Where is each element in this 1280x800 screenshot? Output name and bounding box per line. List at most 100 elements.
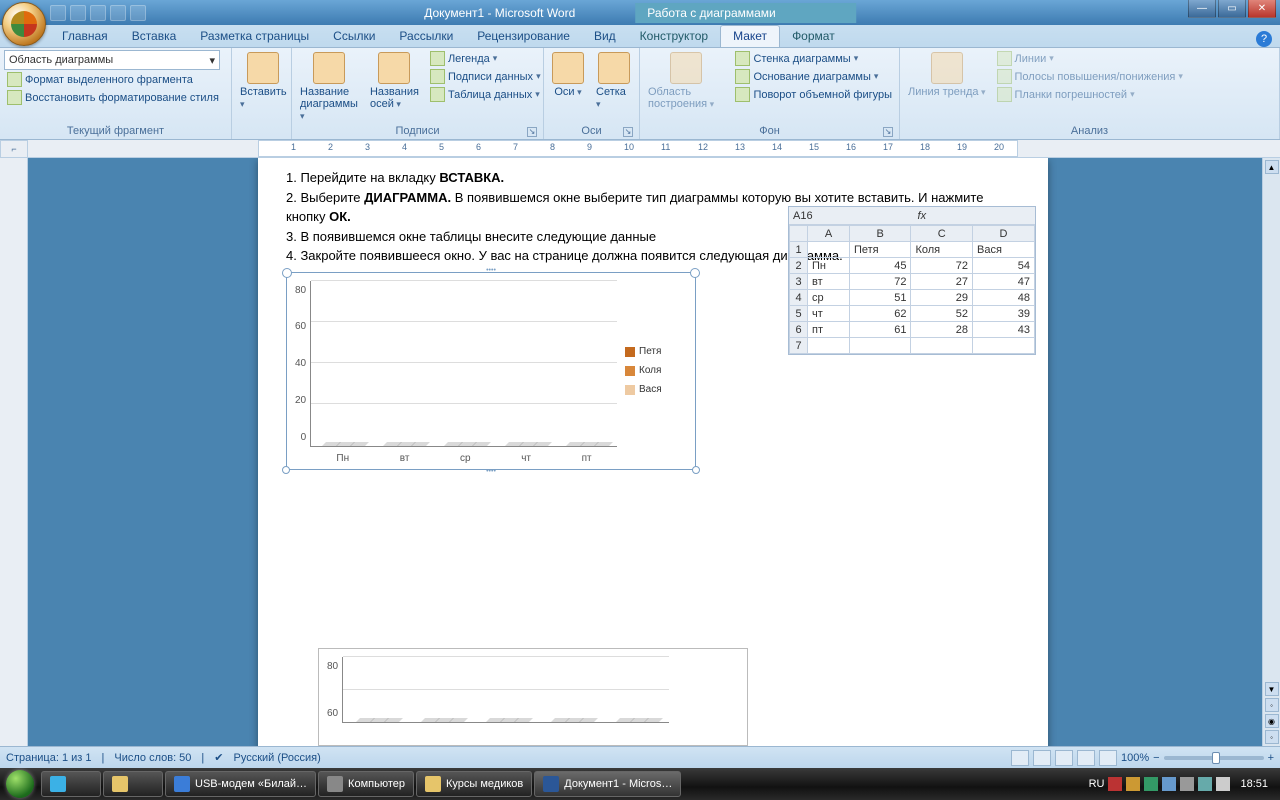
tray-language[interactable]: RU: [1089, 778, 1105, 790]
qat-redo-icon[interactable]: [90, 5, 106, 21]
view-draft-icon[interactable]: [1099, 750, 1117, 766]
close-button[interactable]: ✕: [1248, 0, 1276, 18]
axis-titles-button[interactable]: Названия осей: [366, 50, 423, 112]
view-web-icon[interactable]: [1055, 750, 1073, 766]
vertical-scrollbar[interactable]: ▲ ▼ ◦ ◉ ◦: [1262, 158, 1280, 746]
prev-page-icon[interactable]: ◦: [1265, 698, 1279, 712]
labels-dialog-launcher[interactable]: ↘: [527, 127, 537, 137]
col-header-d[interactable]: D: [972, 226, 1034, 242]
status-language[interactable]: Русский (Россия): [234, 752, 321, 764]
name-box[interactable]: A16: [793, 210, 813, 222]
zoom-in-button[interactable]: +: [1268, 752, 1274, 764]
vertical-ruler[interactable]: [0, 158, 28, 746]
status-words[interactable]: Число слов: 50: [114, 752, 191, 764]
horizontal-ruler[interactable]: 1234567891011121314151617181920: [28, 140, 1280, 158]
chart-plot-area[interactable]: Пнвтсрчтпт: [310, 281, 617, 447]
chart-legend[interactable]: Петя Коля Вася: [617, 281, 687, 461]
help-icon[interactable]: ?: [1256, 31, 1272, 47]
scroll-down-icon[interactable]: ▼: [1265, 682, 1279, 696]
tab-mailings[interactable]: Рассылки: [387, 26, 465, 47]
tray-icon[interactable]: [1162, 777, 1176, 791]
col-header-a[interactable]: A: [808, 226, 850, 242]
qat-undo-icon[interactable]: [70, 5, 86, 21]
lines-button[interactable]: Линии: [994, 50, 1186, 67]
chart-wall-button[interactable]: Стенка диаграммы: [732, 50, 895, 67]
lines-icon: [997, 51, 1012, 66]
rotation-icon: [735, 87, 750, 102]
tab-format[interactable]: Формат: [780, 26, 847, 47]
background-dialog-launcher[interactable]: ↘: [883, 127, 893, 137]
ruler-corner[interactable]: ⌐: [0, 140, 28, 158]
taskbar-explorer-icon[interactable]: [103, 771, 163, 797]
tab-view[interactable]: Вид: [582, 26, 628, 47]
tray-clock[interactable]: 18:51: [1234, 778, 1274, 790]
tray-icon[interactable]: [1144, 777, 1158, 791]
browse-object-icon[interactable]: ◉: [1265, 714, 1279, 728]
updown-bars-button[interactable]: Полосы повышения/понижения: [994, 68, 1186, 85]
tray-icon[interactable]: [1180, 777, 1194, 791]
reset-style-button[interactable]: Восстановить форматирование стиля: [4, 89, 227, 106]
view-outline-icon[interactable]: [1077, 750, 1095, 766]
tab-review[interactable]: Рецензирование: [465, 26, 582, 47]
col-header-b[interactable]: B: [849, 226, 910, 242]
error-bars-icon: [997, 87, 1012, 102]
data-table-button[interactable]: Таблица данных: [427, 86, 544, 103]
tab-pagelayout[interactable]: Разметка страницы: [188, 26, 321, 47]
system-tray: RU 18:51: [1083, 777, 1280, 791]
tab-layout[interactable]: Макет: [720, 25, 780, 47]
minimize-button[interactable]: ―: [1188, 0, 1216, 18]
legend-button[interactable]: Легенда: [427, 50, 544, 67]
trendline-button[interactable]: Линия тренда: [904, 50, 990, 100]
trendline-icon: [931, 52, 963, 84]
start-button[interactable]: [0, 768, 40, 800]
col-header-blank[interactable]: [790, 226, 808, 242]
tray-network-icon[interactable]: [1198, 777, 1212, 791]
taskbar-item-3[interactable]: Документ1 - Micros…: [534, 771, 681, 797]
fx-icon[interactable]: fx: [918, 210, 927, 222]
status-page[interactable]: Страница: 1 из 1: [6, 752, 92, 764]
chart-yaxis: 80 60 40 20 0: [295, 281, 310, 461]
qat-print-icon[interactable]: [110, 5, 126, 21]
col-header-c[interactable]: C: [911, 226, 973, 242]
axes-button[interactable]: Оси: [548, 50, 588, 100]
axes-dialog-launcher[interactable]: ↘: [623, 127, 633, 137]
tab-design[interactable]: Конструктор: [628, 26, 720, 47]
insert-button[interactable]: Вставить: [236, 50, 291, 112]
taskbar-item-1[interactable]: Компьютер: [318, 771, 414, 797]
chart-floor-button[interactable]: Основание диаграммы: [732, 68, 895, 85]
taskbar-item-0[interactable]: USB-модем «Билай…: [165, 771, 316, 797]
data-labels-button[interactable]: Подписи данных: [427, 68, 544, 85]
row-header-1[interactable]: 1: [790, 242, 808, 258]
tray-icon[interactable]: [1108, 777, 1122, 791]
tray-volume-icon[interactable]: [1216, 777, 1230, 791]
tab-references[interactable]: Ссылки: [321, 26, 387, 47]
view-print-layout-icon[interactable]: [1011, 750, 1029, 766]
tray-icon[interactable]: [1126, 777, 1140, 791]
chart-title-button[interactable]: Название диаграммы: [296, 50, 362, 124]
qat-save-icon[interactable]: [50, 5, 66, 21]
plot-area-button[interactable]: Область построения: [644, 50, 728, 112]
zoom-level[interactable]: 100%: [1121, 752, 1149, 764]
titlebar: Документ1 - Microsoft Word Работа с диаг…: [0, 0, 1280, 25]
maximize-button[interactable]: ▭: [1218, 0, 1246, 18]
scroll-up-icon[interactable]: ▲: [1265, 160, 1279, 174]
format-selection-button[interactable]: Формат выделенного фрагмента: [4, 71, 227, 88]
zoom-slider[interactable]: [1164, 756, 1264, 760]
document-scroll[interactable]: 1. Перейдите на вкладку ВСТАВКА. 2. Выбе…: [28, 158, 1262, 746]
qat-extra-icon[interactable]: [130, 5, 146, 21]
next-page-icon[interactable]: ◦: [1265, 730, 1279, 744]
chart-object[interactable]: •••• •••• 80 60 40 20 0 Пнвтсрчтпт: [286, 272, 696, 470]
error-bars-button[interactable]: Планки погрешностей: [994, 86, 1186, 103]
zoom-out-button[interactable]: −: [1153, 752, 1159, 764]
chart-element-combo[interactable]: Область диаграммы▾: [4, 50, 220, 70]
taskbar-ie-icon[interactable]: [41, 771, 101, 797]
gridlines-button[interactable]: Сетка: [592, 50, 635, 112]
spellcheck-icon[interactable]: ✔: [214, 751, 223, 764]
taskbar-item-2[interactable]: Курсы медиков: [416, 771, 532, 797]
tab-insert[interactable]: Вставка: [120, 26, 189, 47]
view-fullscreen-icon[interactable]: [1033, 750, 1051, 766]
chart-object-2[interactable]: 8060 x: [318, 648, 748, 746]
rotation-button[interactable]: Поворот объемной фигуры: [732, 86, 895, 103]
office-button[interactable]: [2, 2, 46, 46]
tab-home[interactable]: Главная: [50, 26, 120, 47]
